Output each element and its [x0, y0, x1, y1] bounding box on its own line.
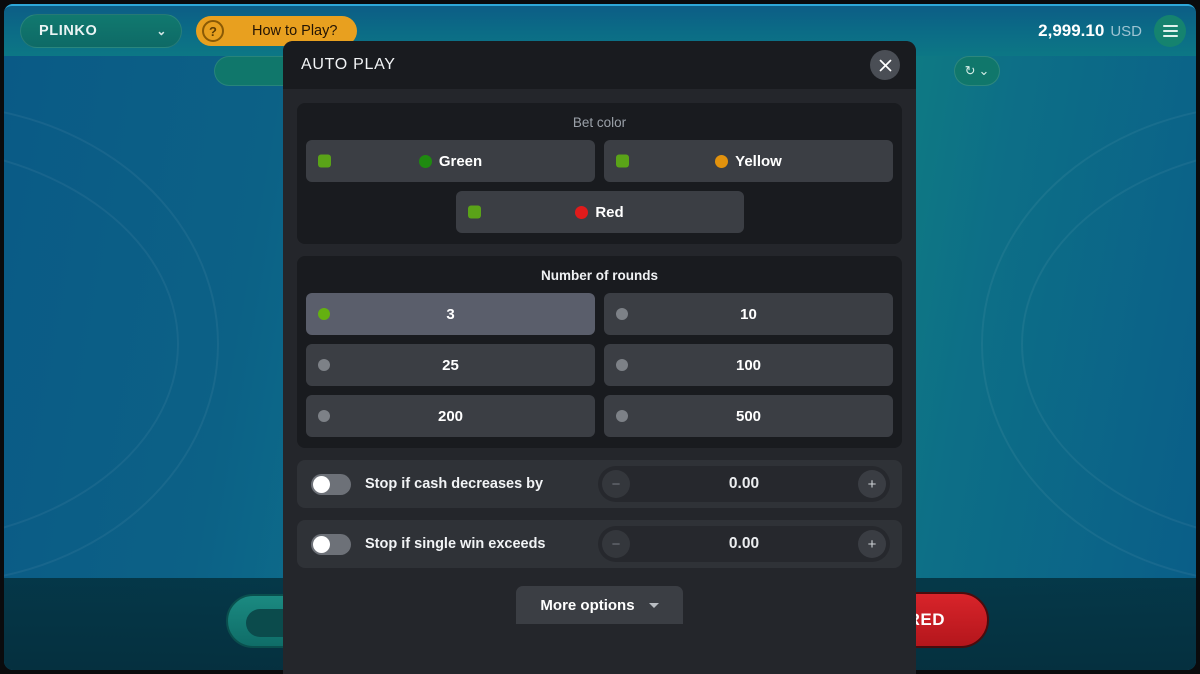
stop-if-single-win-exceeds-stepper: − 0.00 + [598, 526, 890, 562]
radio-icon [616, 308, 628, 320]
stepper-value: 0.00 [728, 535, 760, 552]
rounds-option-500[interactable]: 500 [604, 395, 893, 437]
radio-icon [318, 308, 330, 320]
hamburger-menu-icon[interactable] [1154, 15, 1186, 47]
radio-icon [318, 410, 330, 422]
how-to-play-label: How to Play? [252, 23, 338, 39]
decorative-ring-outer-right [981, 104, 1196, 584]
history-clock-icon: ↻ [964, 63, 976, 78]
rounds-option-10[interactable]: 10 [604, 293, 893, 335]
rounds-option-100[interactable]: 100 [604, 344, 893, 386]
auto-play-dialog: AUTO PLAY Bet color Green Yellow Red Num… [283, 41, 916, 674]
stop-if-cash-decreases-toggle[interactable] [311, 473, 351, 495]
rounds-label: 500 [735, 407, 762, 425]
rounds-label: 10 [740, 305, 757, 323]
chevron-down-icon: ⌄ [156, 24, 167, 38]
balance-amount: 2,999.10 [1038, 21, 1105, 40]
bet-color-panel: Bet color Green Yellow Red [297, 103, 902, 244]
checkbox-icon [318, 154, 331, 168]
bet-color-title: Bet color [572, 115, 627, 130]
stop-if-single-win-exceeds-row: Stop if single win exceeds − 0.00 + [297, 520, 902, 568]
stepper-value: 0.00 [728, 475, 760, 492]
rounds-option-200[interactable]: 200 [306, 395, 595, 437]
bet-color-label: Red [595, 203, 624, 221]
question-mark-icon: ? [202, 20, 224, 42]
rounds-option-3[interactable]: 3 [306, 293, 595, 335]
rounds-title: Number of rounds [541, 268, 658, 283]
game-selector[interactable]: PLINKO ⌄ [20, 14, 182, 48]
more-options-button[interactable]: More options [516, 586, 683, 624]
checkbox-icon [467, 205, 481, 219]
radio-icon [616, 410, 628, 422]
close-icon[interactable] [870, 50, 900, 80]
caret-down-icon [648, 602, 659, 608]
dialog-body: Bet color Green Yellow Red Number of rou… [283, 89, 916, 674]
rounds-option-25[interactable]: 25 [306, 344, 595, 386]
more-options-label: More options [540, 596, 635, 614]
bet-color-label: Green [438, 152, 483, 170]
toggle-knob [313, 535, 330, 553]
rounds-grid: 3 10 25 100 200 500 [306, 293, 893, 437]
stop-if-cash-decreases-label: Stop if cash decreases by [365, 476, 544, 492]
stop-if-cash-decreases-stepper: − 0.00 + [598, 466, 890, 502]
balance-currency: USD [1110, 23, 1142, 40]
decorative-ring-outer-left [4, 104, 219, 584]
dialog-footer: More options [297, 580, 902, 624]
radio-icon [318, 359, 330, 371]
chevron-down-icon: ⌄ [978, 63, 990, 78]
history-button[interactable]: ↻ ⌄ [954, 56, 1000, 86]
bet-color-option-red[interactable]: Red [455, 191, 744, 233]
stop-if-single-win-exceeds-label: Stop if single win exceeds [365, 536, 546, 552]
decorative-ring-inner-left [4, 144, 179, 544]
rounds-panel: Number of rounds 3 10 25 100 200 500 [297, 256, 902, 448]
rounds-label: 100 [735, 356, 762, 374]
stop-if-single-win-exceeds-toggle[interactable] [311, 533, 351, 555]
game-screen: RED ↻ ⌄ PLINKO ⌄ ? How to Play? 2,999.10… [0, 0, 1200, 674]
dialog-header: AUTO PLAY [283, 41, 916, 89]
toggle-knob [313, 475, 330, 493]
game-name-label: PLINKO [39, 23, 98, 39]
color-dot-icon [418, 154, 432, 168]
checkbox-icon [616, 154, 629, 168]
rounds-label: 200 [437, 407, 464, 425]
color-dot-icon [575, 205, 589, 219]
balance-display: 2,999.10 USD [1038, 21, 1142, 41]
bet-color-grid: Green Yellow [306, 140, 893, 182]
rounds-label: 25 [442, 356, 459, 374]
decorative-ring-inner-right [1021, 144, 1196, 544]
radio-icon [616, 359, 628, 371]
dialog-title: AUTO PLAY [301, 56, 396, 73]
bet-color-label: Yellow [735, 152, 782, 170]
color-dot-icon [715, 154, 729, 168]
bet-color-option-yellow[interactable]: Yellow [604, 140, 893, 182]
rounds-label: 3 [446, 305, 455, 323]
bet-color-option-green[interactable]: Green [306, 140, 595, 182]
stop-if-cash-decreases-row: Stop if cash decreases by − 0.00 + [297, 460, 902, 508]
